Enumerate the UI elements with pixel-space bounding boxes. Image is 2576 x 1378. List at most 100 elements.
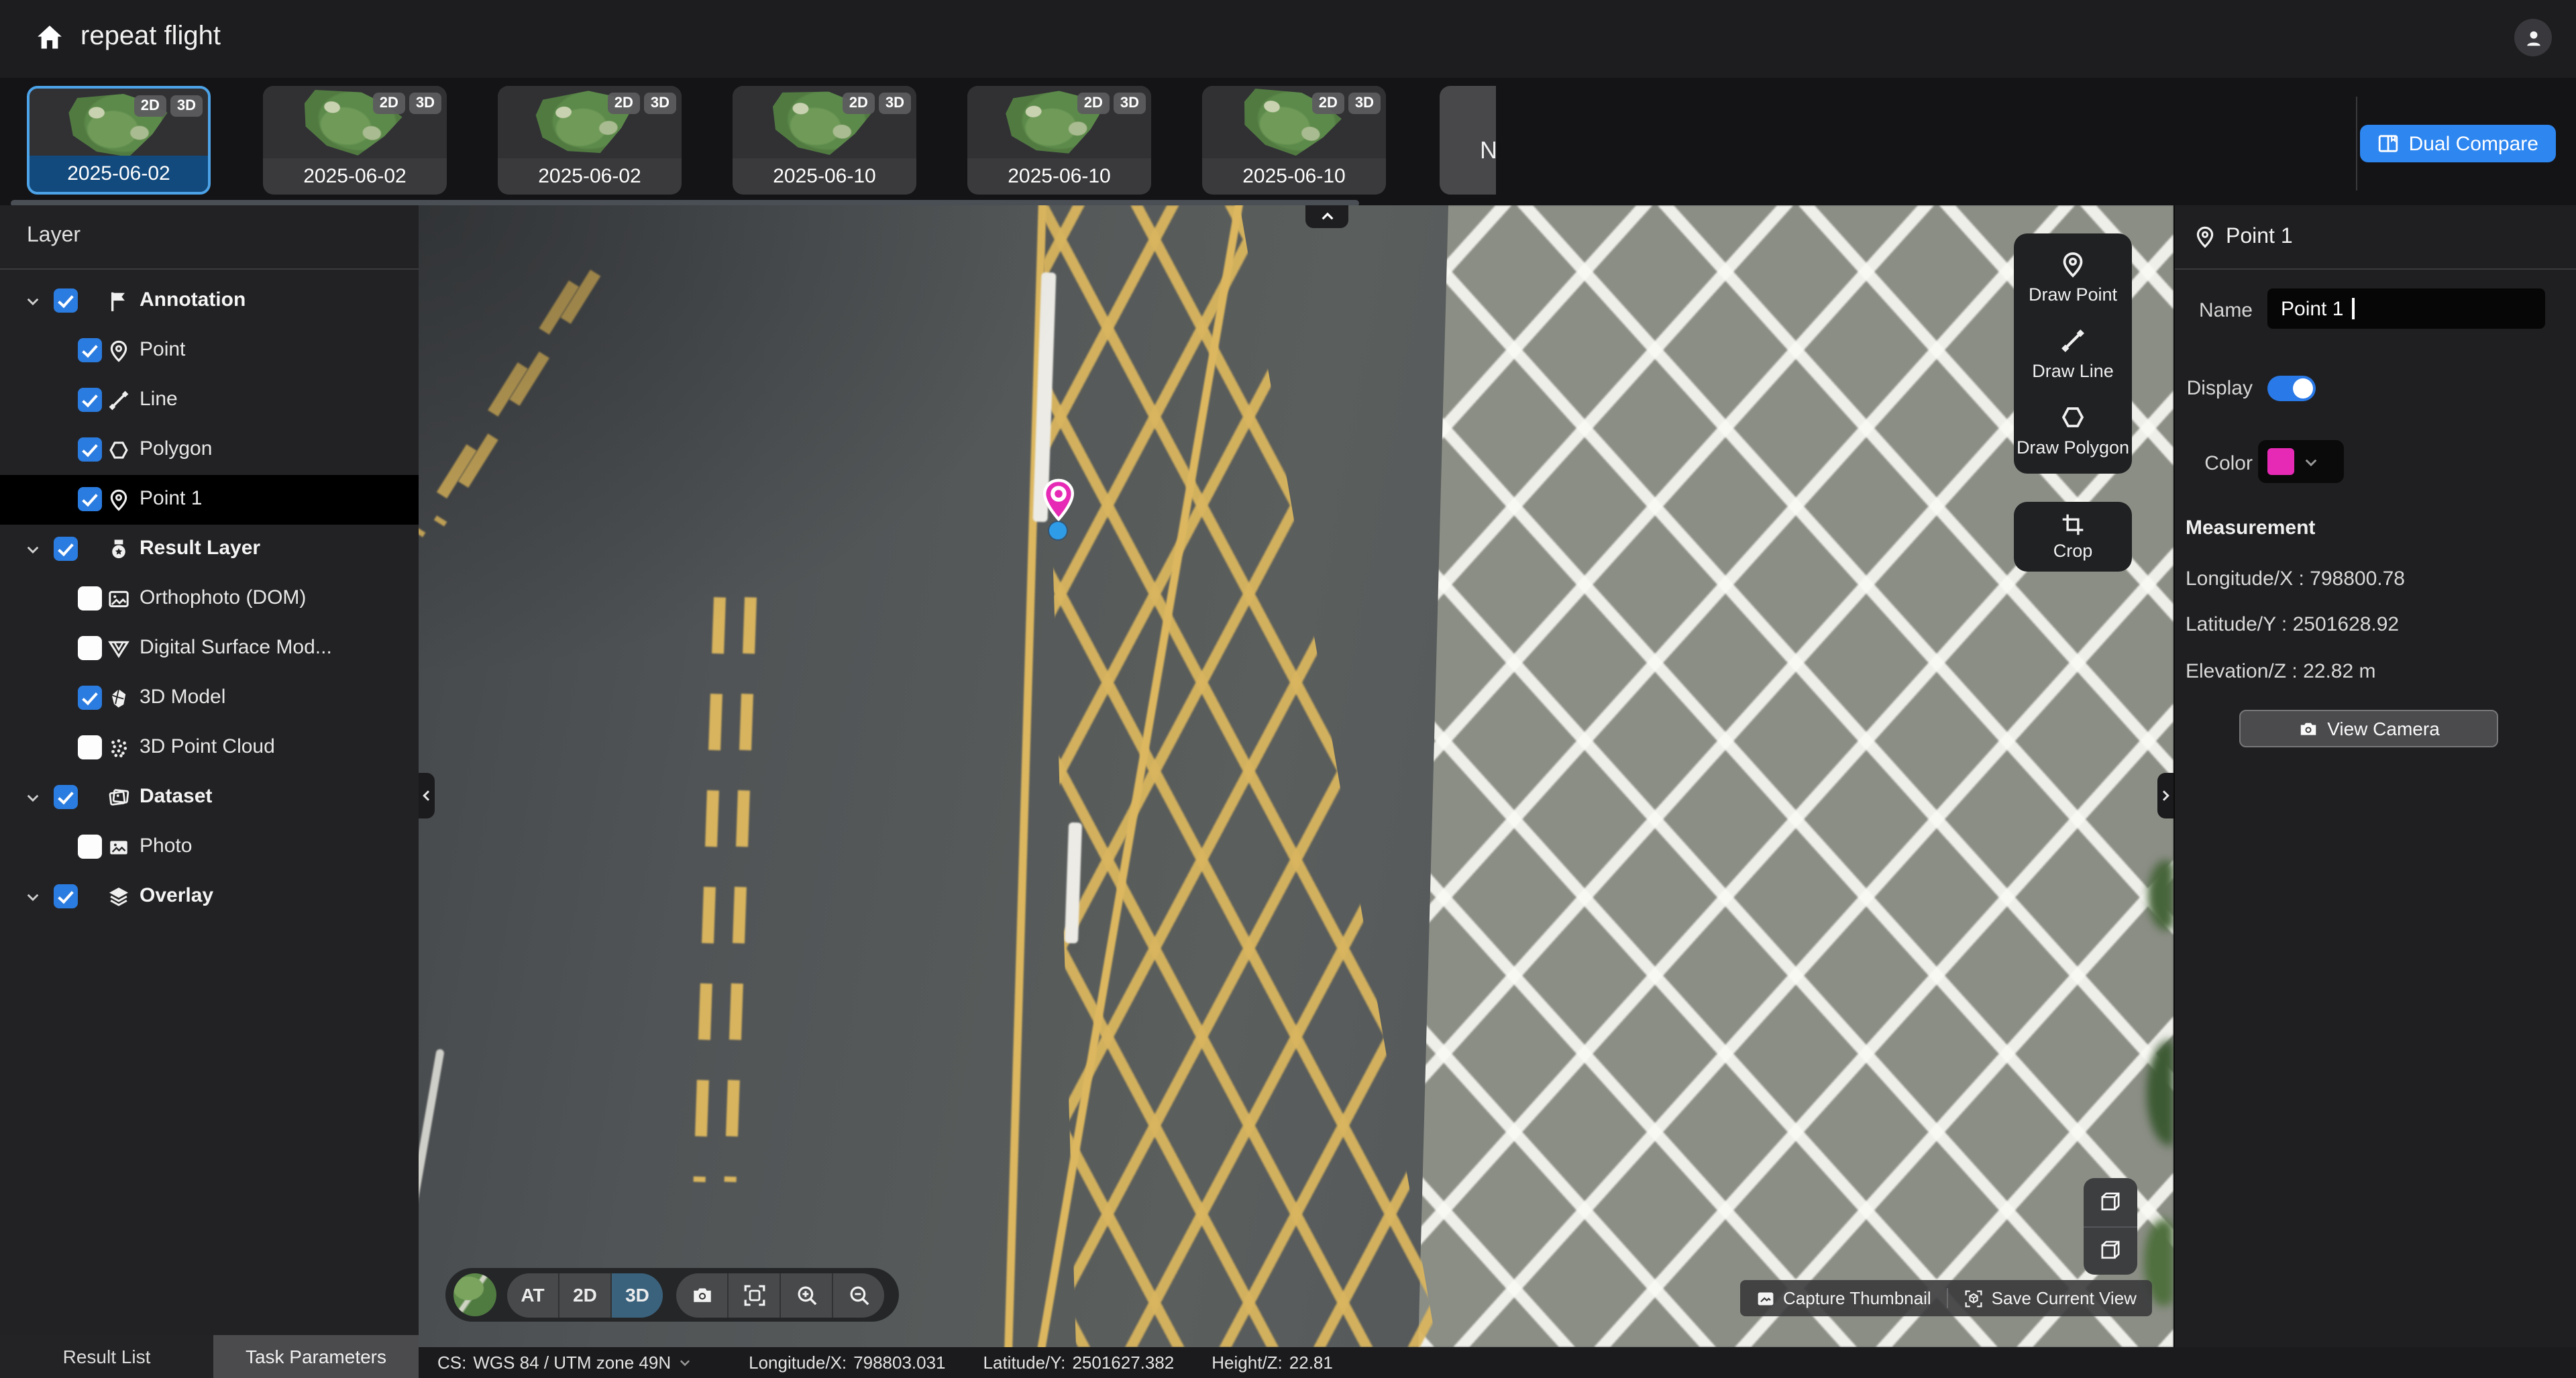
layer-group-result-layer[interactable]: Result Layer	[0, 525, 419, 574]
chevron-down-icon[interactable]	[24, 541, 42, 558]
zoom-in-button[interactable]	[781, 1273, 833, 1317]
layer-item-point[interactable]: Point	[0, 326, 419, 376]
measurement-value: 22.82 m	[2303, 660, 2375, 683]
layer-item-polygon[interactable]: Polygon	[0, 425, 419, 475]
crop-button[interactable]: Crop	[2014, 502, 2132, 572]
view-camera-button[interactable]: View Camera	[2239, 710, 2498, 747]
mission-card-4[interactable]: 2D3D 2025-06-10	[733, 86, 916, 195]
chevron-down-icon[interactable]	[24, 789, 42, 806]
badge-3d[interactable]: 3D	[409, 93, 441, 114]
save-current-view-button[interactable]: Save Current View	[1965, 1288, 2137, 1308]
display-toggle[interactable]	[2267, 376, 2316, 401]
coordinate-system-selector[interactable]: CS: WGS 84 / UTM zone 49N	[437, 1353, 692, 1373]
checkbox-polygon[interactable]	[78, 437, 102, 462]
draw-point-label: Draw Point	[2029, 284, 2117, 305]
color-picker-button[interactable]	[2258, 440, 2344, 483]
mission-card-5[interactable]: 2D3D 2025-06-10	[967, 86, 1151, 195]
layer-group-dataset[interactable]: Dataset	[0, 773, 419, 823]
view-camera-label: View Camera	[2327, 718, 2440, 739]
tab-task-parameters[interactable]: Task Parameters	[213, 1335, 419, 1378]
map-toolbar: AT 2D 3D	[445, 1268, 899, 1322]
layer-item-line[interactable]: Line	[0, 376, 419, 425]
collapse-strip-button[interactable]	[1305, 205, 1348, 228]
badge-3d[interactable]: 3D	[170, 95, 203, 117]
view-mode-at[interactable]: AT	[507, 1273, 559, 1317]
mission-card-1[interactable]: 2D3D 2025-06-02	[27, 86, 211, 195]
home-icon[interactable]	[35, 23, 64, 52]
layer-item-3d-point-cloud[interactable]: 3D Point Cloud	[0, 723, 419, 773]
badge-3d[interactable]: 3D	[879, 93, 911, 114]
name-input[interactable]	[2267, 288, 2545, 329]
collapse-left-panel-button[interactable]	[419, 773, 435, 818]
checkbox-point-1[interactable]	[78, 487, 102, 511]
checkbox-overlay[interactable]	[54, 884, 78, 908]
zoom-out-button[interactable]	[833, 1273, 884, 1317]
color-label: Color	[2175, 452, 2253, 475]
view-cube-button-bottom[interactable]	[2084, 1227, 2137, 1275]
minimap-thumbnail[interactable]	[453, 1273, 496, 1316]
top-bar: repeat flight	[0, 0, 2576, 78]
draw-line-button[interactable]: Draw Line	[2032, 327, 2114, 381]
badge-2d[interactable]: 2D	[1077, 93, 1110, 114]
pin-icon	[2059, 251, 2086, 278]
layer-group-annotation[interactable]: Annotation	[0, 276, 419, 326]
checkbox-orthophoto[interactable]	[78, 586, 102, 611]
layer-item-orthophoto[interactable]: Orthophoto (DOM)	[0, 574, 419, 624]
save-view-cube-icon	[1965, 1289, 1984, 1308]
checkbox-line[interactable]	[78, 388, 102, 412]
checkbox-3d-point-cloud[interactable]	[78, 735, 102, 759]
screenshot-button[interactable]	[676, 1273, 729, 1317]
mission-card-3[interactable]: 2D3D 2025-06-02	[498, 86, 682, 195]
draw-polygon-button[interactable]: Draw Polygon	[2017, 404, 2129, 458]
checkbox-photo[interactable]	[78, 835, 102, 859]
mission-card-2[interactable]: 2D3D 2025-06-02	[263, 86, 447, 195]
layer-item-point-1[interactable]: Point 1	[0, 475, 419, 525]
badge-2d[interactable]: 2D	[843, 93, 875, 114]
checkbox-annotation[interactable]	[54, 288, 78, 313]
mission-card-6[interactable]: 2D3D 2025-06-10	[1202, 86, 1386, 195]
collapse-right-panel-button[interactable]	[2157, 773, 2174, 818]
view-mode-2d[interactable]: 2D	[559, 1273, 612, 1317]
layer-tree: Annotation Point Line Polygon Point 1	[0, 276, 419, 922]
point-annotation-marker[interactable]	[1040, 478, 1077, 523]
mission-date: 2025-06-02	[30, 156, 208, 192]
line-icon	[107, 389, 130, 412]
marker-base-dot	[1049, 522, 1067, 539]
checkbox-3d-model[interactable]	[78, 686, 102, 710]
mission-card-partial[interactable]: N	[1440, 86, 1496, 195]
status-value: 2501627.382	[1072, 1353, 1174, 1373]
user-icon	[2523, 28, 2543, 48]
view-cube-button-top[interactable]	[2084, 1178, 2137, 1227]
badge-3d[interactable]: 3D	[644, 93, 676, 114]
checkbox-dataset[interactable]	[54, 785, 78, 809]
status-latitude: Latitude/Y: 2501627.382	[983, 1353, 1175, 1373]
view-mode-3d[interactable]: 3D	[612, 1273, 663, 1317]
tab-label: Result List	[63, 1346, 151, 1367]
badge-2d[interactable]: 2D	[1312, 93, 1344, 114]
layer-group-overlay[interactable]: Overlay	[0, 872, 419, 922]
checkbox-dsm[interactable]	[78, 636, 102, 660]
fit-view-button[interactable]	[729, 1273, 781, 1317]
layer-item-dsm[interactable]: Digital Surface Mod...	[0, 624, 419, 674]
checkbox-point[interactable]	[78, 338, 102, 362]
measurement-label: Longitude/X :	[2186, 568, 2304, 590]
capture-thumbnail-button[interactable]: Capture Thumbnail	[1756, 1288, 1931, 1308]
chevron-down-icon[interactable]	[24, 888, 42, 906]
mission-date: 2025-06-02	[263, 158, 447, 195]
map-viewport[interactable]: Draw Point Draw Line Draw Polygon Crop A…	[419, 205, 2174, 1347]
badge-3d[interactable]: 3D	[1348, 93, 1381, 114]
dual-compare-button[interactable]: Dual Compare	[2361, 125, 2556, 162]
crop-icon	[2061, 513, 2085, 537]
chevron-down-icon[interactable]	[24, 293, 42, 310]
user-avatar[interactable]	[2514, 19, 2552, 56]
draw-line-label: Draw Line	[2032, 361, 2114, 381]
checkbox-result-layer[interactable]	[54, 537, 78, 561]
layer-item-photo[interactable]: Photo	[0, 823, 419, 872]
badge-3d[interactable]: 3D	[1114, 93, 1146, 114]
badge-2d[interactable]: 2D	[134, 95, 166, 117]
badge-2d[interactable]: 2D	[608, 93, 640, 114]
badge-2d[interactable]: 2D	[373, 93, 405, 114]
layer-item-3d-model[interactable]: 3D Model	[0, 674, 419, 723]
draw-point-button[interactable]: Draw Point	[2029, 251, 2117, 305]
tab-result-list[interactable]: Result List	[0, 1335, 213, 1378]
